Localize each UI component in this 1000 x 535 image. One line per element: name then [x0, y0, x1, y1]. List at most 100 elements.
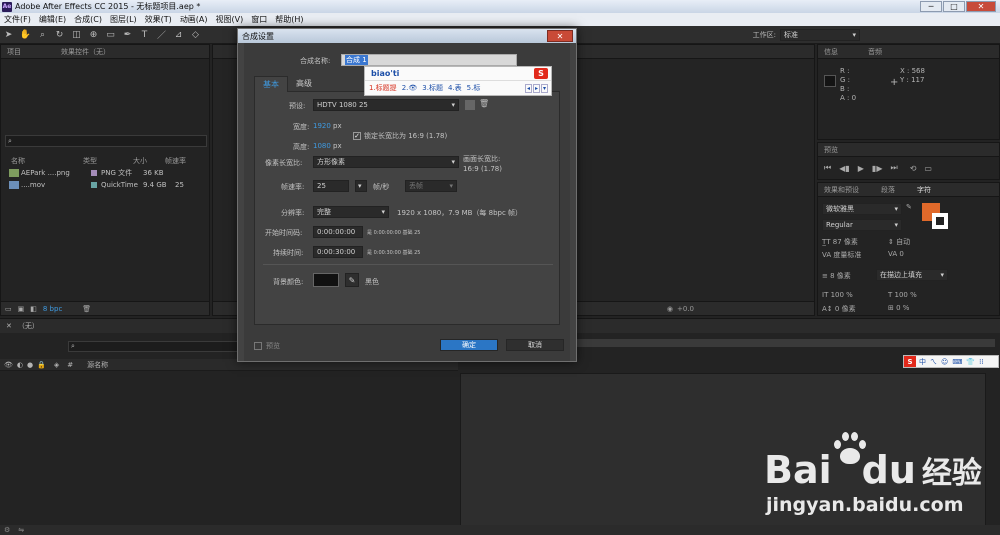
tab-character[interactable]: 字符 — [917, 185, 931, 195]
resolution-select[interactable]: 完整 ▾ — [313, 206, 389, 218]
vertical-scale-field[interactable]: IT 100 % — [822, 291, 853, 299]
pen-tool-icon[interactable]: ✒ — [121, 28, 134, 41]
eyedropper-icon[interactable]: ✎ — [906, 203, 912, 211]
stroke-color-swatch[interactable] — [932, 213, 948, 229]
frame-rate-dropdown[interactable]: ▾ — [355, 180, 367, 192]
menu-view[interactable]: 视图(V) — [212, 14, 248, 25]
minimize-button[interactable]: ─ — [920, 1, 942, 12]
selection-tool-icon[interactable]: ➤ — [2, 28, 15, 41]
tab-paragraph[interactable]: 段落 — [881, 185, 895, 195]
list-item[interactable]: ....mov QuickTime 9.4 GB 25 — [5, 179, 209, 190]
pan-behind-tool-icon[interactable]: ⊕ — [87, 28, 100, 41]
menu-help[interactable]: 帮助(H) — [271, 14, 307, 25]
tab-project[interactable]: 项目 — [7, 47, 21, 57]
menu-composition[interactable]: 合成(C) — [70, 14, 106, 25]
drop-frame-select[interactable]: 丢帧 ▾ — [405, 180, 457, 192]
mask-tool-icon[interactable]: ▭ — [104, 28, 117, 41]
exposure-value[interactable]: +0.0 — [677, 305, 694, 313]
audio-icon[interactable]: ◐ — [17, 361, 23, 369]
tracking-field[interactable]: VA 0 — [888, 250, 904, 258]
folder-icon[interactable]: ▭ — [5, 305, 12, 313]
ime-next-page-icon[interactable]: ▸ — [532, 83, 540, 93]
ime-candidate[interactable]: 1.标题提 — [369, 83, 397, 93]
maximize-button[interactable]: □ — [943, 1, 965, 12]
menu-animation[interactable]: 动画(A) — [176, 14, 212, 25]
visibility-icon[interactable]: 👁 — [4, 361, 13, 369]
stroke-mode-select[interactable]: 在描边上填充 ▾ — [876, 269, 948, 281]
ime-expand-icon[interactable]: ▾ — [540, 83, 548, 93]
menu-effect[interactable]: 效果(T) — [141, 14, 176, 25]
ime-prev-page-icon[interactable]: ◂ — [524, 83, 532, 93]
ime-candidate[interactable]: 2.👁 — [402, 84, 418, 92]
tsume-field[interactable]: ⊞ 0 % — [888, 304, 909, 312]
tab-effect-controls[interactable]: 效果控件（无） — [61, 47, 110, 57]
options-icon[interactable]: ▭ — [924, 164, 932, 173]
pixel-aspect-select[interactable]: 方形像素 ▾ — [313, 156, 459, 168]
type-tool-icon[interactable]: T — [138, 28, 151, 41]
ok-button[interactable]: 确定 — [440, 339, 498, 351]
save-preset-icon[interactable] — [465, 100, 475, 110]
tab-audio[interactable]: 音频 — [868, 47, 882, 57]
brush-tool-icon[interactable]: ／ — [155, 28, 168, 41]
stroke-width-field[interactable]: ≡ 8 像素 — [822, 271, 851, 281]
workspace-select[interactable]: 标准 ▾ — [780, 28, 860, 41]
ime-menu-icon[interactable]: ⁞⁞ — [979, 358, 983, 366]
ime-skin-icon[interactable]: 👕 — [966, 358, 975, 366]
ime-emoji-icon[interactable]: ☺ — [941, 358, 948, 366]
duration-input[interactable]: 0:00:30:00 — [313, 246, 363, 258]
toggle-switches-icon[interactable]: ⇋ — [18, 526, 24, 534]
play-icon[interactable]: ▶ — [858, 164, 864, 173]
last-frame-icon[interactable]: ⏭ — [890, 163, 897, 173]
menu-layer[interactable]: 图层(L) — [106, 14, 141, 25]
leading-field[interactable]: ⇕ 自动 — [888, 237, 910, 247]
camera-tool-icon[interactable]: ◫ — [70, 28, 83, 41]
close-button[interactable]: ✕ — [966, 1, 996, 12]
kerning-field[interactable]: VA 度量标准 — [822, 250, 861, 260]
ime-keyboard-icon[interactable]: ⌨ — [952, 358, 962, 366]
horizontal-scale-field[interactable]: T 100 % — [888, 291, 917, 299]
zoom-tool-icon[interactable]: ⌕ — [36, 28, 49, 41]
column-name[interactable]: 名称 — [5, 156, 83, 166]
menu-file[interactable]: 文件(F) — [0, 14, 35, 25]
eraser-tool-icon[interactable]: ◇ — [189, 28, 202, 41]
prev-frame-icon[interactable]: ◀▮ — [839, 164, 850, 173]
font-size-field[interactable]: T̲T 87 像素 — [822, 237, 858, 247]
timeline-close-icon[interactable]: ✕ — [6, 322, 12, 330]
column-type[interactable]: 类型 — [83, 156, 133, 166]
rotate-tool-icon[interactable]: ↻ — [53, 28, 66, 41]
frame-rate-input[interactable]: 25 — [313, 180, 349, 192]
source-name-column[interactable]: 源名称 — [87, 360, 108, 370]
preset-select[interactable]: HDTV 1080 25 ▾ — [313, 99, 459, 111]
tab-effects-presets[interactable]: 效果和预设 — [824, 185, 859, 195]
lock-icon[interactable]: 🔒 — [37, 361, 46, 369]
loop-icon[interactable]: ⟲ — [910, 164, 917, 173]
bpc-label[interactable]: 8 bpc — [43, 305, 62, 313]
ime-lang-toggle[interactable]: 中 — [919, 357, 926, 367]
start-timecode-input[interactable]: 0:00:00:00 — [313, 226, 363, 238]
hand-tool-icon[interactable]: ✋ — [19, 28, 32, 41]
clone-tool-icon[interactable]: ⊿ — [172, 28, 185, 41]
timeline-search[interactable]: ⌕ — [68, 341, 238, 352]
timeline-tab[interactable]: （无） — [18, 321, 39, 331]
background-color-swatch[interactable] — [313, 273, 339, 287]
lock-aspect-checkbox[interactable]: ✓ 锁定长宽比为 16:9 (1.78) — [353, 131, 447, 141]
solo-icon[interactable]: ● — [27, 361, 33, 369]
baseline-shift-field[interactable]: A↕ 0 像素 — [822, 304, 856, 314]
menu-window[interactable]: 窗口 — [247, 14, 271, 25]
ime-candidate[interactable]: 4.表 — [448, 83, 462, 93]
dialog-close-button[interactable]: ✕ — [547, 30, 573, 42]
width-value[interactable]: 1920 — [313, 122, 331, 130]
font-style-select[interactable]: Regular ▾ — [822, 219, 902, 231]
snapshot-icon[interactable]: ◉ — [667, 305, 673, 313]
eyedropper-icon[interactable]: ✎ — [345, 273, 359, 287]
column-fps[interactable]: 帧速率 — [165, 156, 186, 166]
new-folder-icon[interactable]: ▣ — [18, 305, 25, 313]
tab-info[interactable]: 信息 — [824, 47, 838, 57]
ime-candidate[interactable]: 3.标题 — [422, 83, 443, 93]
font-family-select[interactable]: 微软雅黑 ▾ — [822, 203, 902, 215]
project-search[interactable]: ⌕ — [5, 135, 207, 147]
next-frame-icon[interactable]: ▮▶ — [872, 164, 883, 173]
tab-advanced[interactable]: 高级 — [288, 76, 320, 91]
new-comp-icon[interactable]: ◧ — [30, 305, 37, 313]
menu-edit[interactable]: 编辑(E) — [35, 14, 70, 25]
